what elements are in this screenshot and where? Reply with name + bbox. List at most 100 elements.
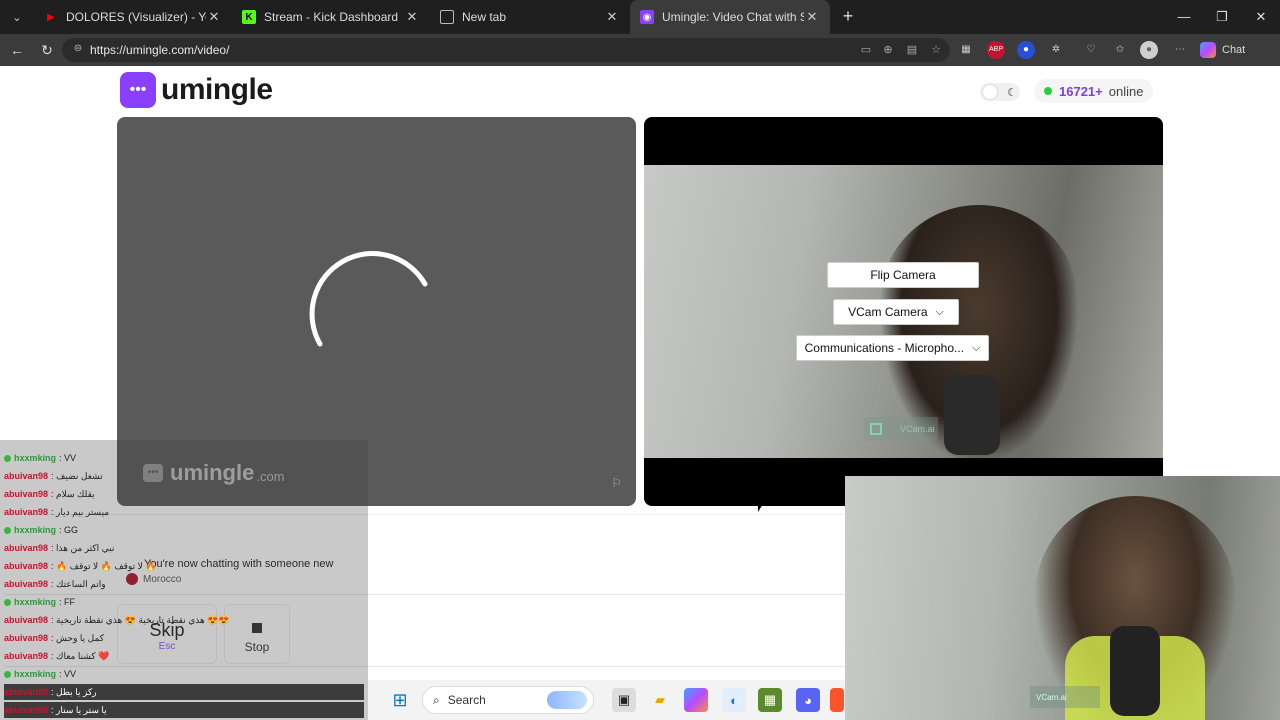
tab-close-icon[interactable]: ✕	[206, 9, 222, 25]
badge-icon	[4, 670, 11, 678]
vcam-text: VCam.ai	[1036, 692, 1067, 702]
search-icon: ⌕	[433, 692, 440, 707]
chat-user: abuivan98	[4, 561, 49, 571]
chevron-down-icon: ⌵	[935, 305, 944, 318]
extensions-puzzle-icon[interactable]: ✲	[1047, 41, 1065, 59]
chat-line: abuivan98: يقلك سلام	[4, 486, 95, 502]
flip-camera-button[interactable]: Flip Camera	[827, 262, 979, 288]
search-label: Search	[447, 693, 486, 707]
vcam-text: VCam.ai	[900, 424, 935, 434]
moon-icon: ☾	[1007, 86, 1017, 99]
more-menu-icon[interactable]: ⋯	[1171, 41, 1189, 59]
site-logo[interactable]: ••• umingle	[120, 72, 273, 108]
self-video-panel: VCam.ai Flip Camera VCam Camera ⌵ Commun…	[644, 117, 1163, 506]
loading-spinner	[309, 251, 428, 347]
chat-line: abuivan98: ركز يا بطل	[4, 684, 364, 700]
close-window-button[interactable]: ✕	[1249, 6, 1273, 28]
browser-essentials-icon[interactable]: ♡	[1082, 41, 1100, 59]
copilot-taskbar-icon[interactable]	[684, 688, 708, 712]
report-flag-icon[interactable]: ⚐	[611, 476, 622, 490]
chat-user: hxxmking	[14, 597, 57, 607]
badge-icon	[4, 454, 11, 462]
kick-icon: K	[242, 10, 256, 24]
theme-toggle[interactable]: ☾	[980, 83, 1020, 101]
chat-message: : VV	[59, 453, 77, 463]
vcam-watermark: VCam.ai	[1030, 686, 1100, 708]
chat-line: abuivan98: واتم الساعتك	[4, 576, 106, 592]
youtube-icon: ▶	[47, 11, 55, 23]
file-explorer-icon[interactable]: ▰	[648, 688, 672, 712]
online-counter: 16721+ online	[1034, 79, 1154, 103]
favorite-star-icon[interactable]: ☆	[928, 42, 944, 58]
streamer-webcam-overlay: VCam.ai	[845, 476, 1280, 720]
vcam-logo-icon	[870, 423, 882, 435]
chat-user: abuivan98	[4, 705, 49, 715]
tab-newtab[interactable]: New tab ✕	[430, 0, 630, 34]
chat-user: hxxmking	[14, 525, 57, 535]
tab-close-icon[interactable]: ✕	[604, 9, 620, 25]
url-text[interactable]: https://umingle.com/video/	[90, 43, 229, 57]
windows-start-icon[interactable]: ⊞	[388, 688, 412, 712]
online-dot	[1044, 87, 1052, 95]
toggle-knob	[983, 85, 997, 99]
chat-message: : GG	[59, 525, 79, 535]
extension-grid-icon[interactable]: ▦	[957, 41, 975, 59]
chat-message: : 🔥 لا توقف 🔥 لا توقف 🔥	[51, 560, 157, 571]
online-count: 16721+	[1059, 83, 1103, 99]
chat-line: hxxmking: FF	[4, 594, 75, 610]
discord-icon[interactable]: ◕	[796, 688, 820, 712]
new-tab-button[interactable]: +	[838, 6, 858, 26]
chat-line: hxxmking: GG	[4, 522, 78, 538]
newtab-icon	[440, 10, 454, 24]
chat-message: : واتم الساعتك	[51, 578, 106, 589]
chat-user: hxxmking	[14, 669, 57, 679]
tab-kick[interactable]: K Stream - Kick Dashboard ✕	[232, 0, 430, 34]
microphone-select[interactable]: Communications - Micropho... ⌵	[796, 335, 989, 361]
brave-icon[interactable]	[830, 688, 844, 712]
tab-close-icon[interactable]: ✕	[804, 9, 820, 25]
site-info-icon[interactable]: ⊜	[72, 43, 84, 55]
copilot-chat-button[interactable]: Chat	[1200, 40, 1245, 60]
tab-close-icon[interactable]: ✕	[404, 9, 420, 25]
badge-icon	[4, 598, 11, 606]
chat-message: : نبي اكثر من هذا	[51, 542, 115, 553]
chat-line: abuivan98: ميستر بيم ديار	[4, 504, 109, 520]
chat-message: : يقلك سلام	[51, 488, 95, 499]
chat-message: : كمل يا وحش	[51, 632, 104, 643]
zoom-icon[interactable]: ⊕	[880, 42, 896, 58]
chat-user: abuivan98	[4, 615, 49, 625]
chat-user: abuivan98	[4, 651, 49, 661]
microphone-shape	[1110, 626, 1160, 716]
camera-select[interactable]: VCam Camera ⌵	[833, 299, 959, 325]
windows-taskbar: ⊞ ⌕ Search ▣ ▰ ◐ ▦ ◕	[368, 680, 845, 720]
minecraft-icon[interactable]: ▦	[758, 688, 782, 712]
chat-message: : ركز يا بطل	[51, 686, 97, 697]
reader-icon[interactable]: ▤	[904, 42, 920, 58]
address-bar[interactable]: ⊜ https://umingle.com/video/ ▭ ⊕ ▤ ☆	[62, 38, 950, 62]
taskbar-search[interactable]: ⌕ Search	[422, 686, 594, 714]
reload-icon[interactable]: ↻	[36, 40, 58, 60]
tab-youtube[interactable]: ▶ DOLORES (Visualizer) - YouTube ✕	[34, 0, 232, 34]
favorites-icon[interactable]: ✩	[1111, 41, 1129, 59]
edge-icon[interactable]: ◐	[722, 688, 746, 712]
back-icon[interactable]: ←	[6, 40, 28, 60]
chat-user: abuivan98	[4, 471, 49, 481]
chat-message: : تشغل نضيف	[51, 470, 103, 481]
chevron-down-icon: ⌵	[972, 341, 981, 354]
tab-search-chevron-icon[interactable]: ⌄	[6, 7, 28, 27]
camera-permission-icon[interactable]: ▭	[858, 42, 874, 58]
vcam-watermark: VCam.ai	[864, 417, 938, 441]
tab-umingle[interactable]: ◉ Umingle: Video Chat with Stra ✕	[630, 0, 830, 34]
online-label: online	[1108, 83, 1144, 99]
adblock-plus-icon[interactable]: ABP	[987, 41, 1005, 59]
maximize-button[interactable]: ❐	[1210, 6, 1234, 28]
extension-icon[interactable]: ●	[1017, 41, 1035, 59]
tab-title: Umingle: Video Chat with Stra	[662, 10, 804, 24]
task-view-icon[interactable]: ▣	[612, 688, 636, 712]
chat-message: : VV	[59, 669, 77, 679]
minimize-button[interactable]: —	[1172, 6, 1196, 28]
camera-select-value: VCam Camera	[848, 305, 928, 319]
microphone-shape	[944, 375, 1000, 455]
umingle-icon: ◉	[640, 10, 654, 24]
profile-avatar[interactable]: ●	[1140, 41, 1158, 59]
